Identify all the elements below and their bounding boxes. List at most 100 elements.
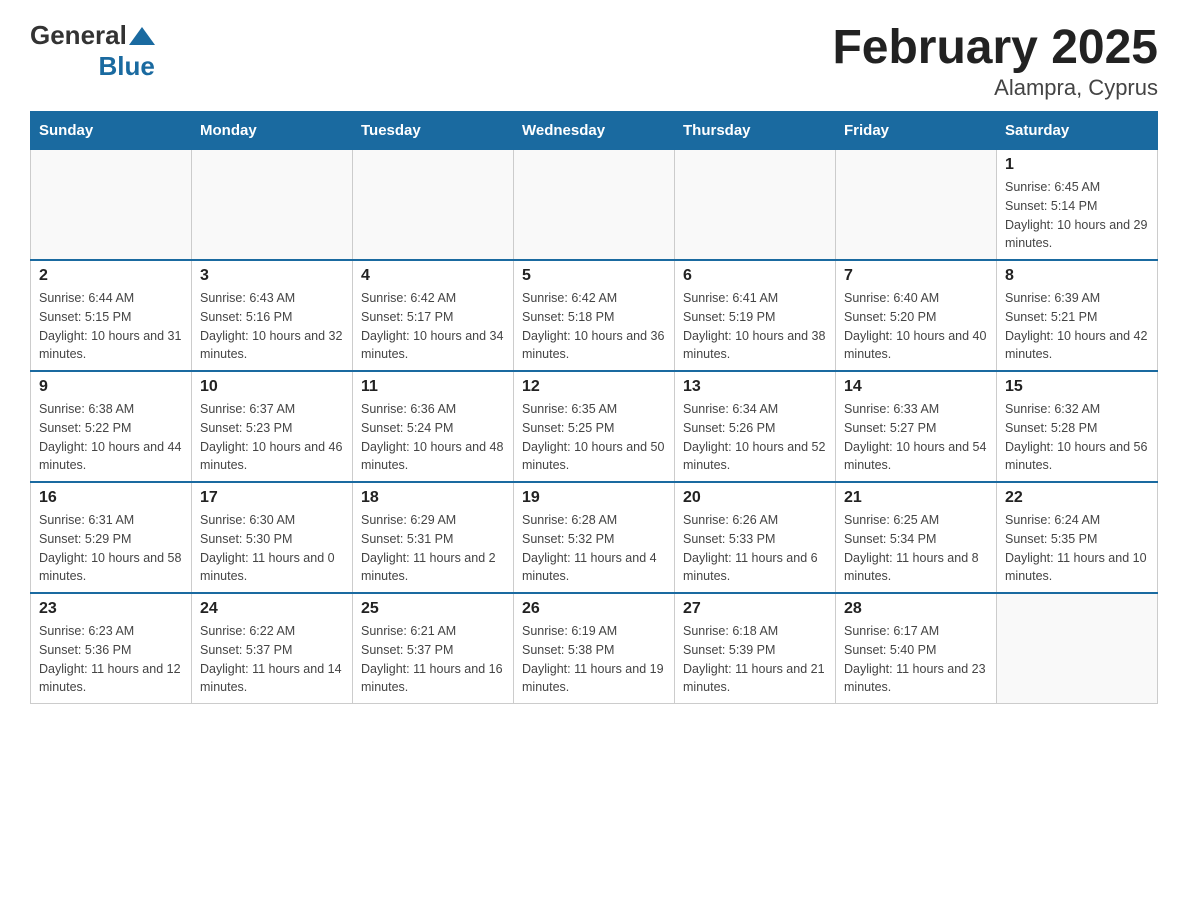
day-number: 25 xyxy=(361,600,505,618)
table-row: 10 Sunrise: 6:37 AMSunset: 5:23 PMDayligh… xyxy=(192,371,353,482)
table-row xyxy=(836,150,997,261)
day-info: Sunrise: 6:25 AMSunset: 5:34 PMDaylight:… xyxy=(844,511,988,586)
day-number: 7 xyxy=(844,267,988,285)
logo: General Blue xyxy=(30,20,155,82)
table-row: 6 Sunrise: 6:41 AMSunset: 5:19 PMDaylight… xyxy=(675,260,836,371)
header-tuesday: Tuesday xyxy=(353,112,514,150)
day-number: 15 xyxy=(1005,378,1149,396)
day-number: 22 xyxy=(1005,489,1149,507)
table-row: 4 Sunrise: 6:42 AMSunset: 5:17 PMDaylight… xyxy=(353,260,514,371)
page-header: General Blue February 2025 Alampra, Cypr… xyxy=(30,20,1158,101)
table-row: 2 Sunrise: 6:44 AMSunset: 5:15 PMDaylight… xyxy=(31,260,192,371)
day-number: 8 xyxy=(1005,267,1149,285)
table-row: 22 Sunrise: 6:24 AMSunset: 5:35 PMDayligh… xyxy=(997,482,1158,593)
day-info: Sunrise: 6:42 AMSunset: 5:17 PMDaylight:… xyxy=(361,289,505,364)
day-info: Sunrise: 6:22 AMSunset: 5:37 PMDaylight:… xyxy=(200,622,344,697)
day-number: 21 xyxy=(844,489,988,507)
table-row: 13Sunrise: 6:34 AMSunset: 5:26 PMDayligh… xyxy=(675,371,836,482)
day-info: Sunrise: 6:33 AMSunset: 5:27 PMDaylight:… xyxy=(844,400,988,475)
table-row: 28 Sunrise: 6:17 AMSunset: 5:40 PMDayligh… xyxy=(836,593,997,704)
day-info: Sunrise: 6:36 AMSunset: 5:24 PMDaylight:… xyxy=(361,400,505,475)
day-info: Sunrise: 6:31 AMSunset: 5:29 PMDaylight:… xyxy=(39,511,183,586)
day-info: Sunrise: 6:43 AMSunset: 5:16 PMDaylight:… xyxy=(200,289,344,364)
day-number: 16 xyxy=(39,489,183,507)
table-row: 15 Sunrise: 6:32 AMSunset: 5:28 PMDayligh… xyxy=(997,371,1158,482)
day-info: Sunrise: 6:32 AMSunset: 5:28 PMDaylight:… xyxy=(1005,400,1149,475)
location-subtitle: Alampra, Cyprus xyxy=(832,75,1158,101)
day-info: Sunrise: 6:19 AMSunset: 5:38 PMDaylight:… xyxy=(522,622,666,697)
page-title: February 2025 xyxy=(832,20,1158,75)
table-row: 27Sunrise: 6:18 AMSunset: 5:39 PMDayligh… xyxy=(675,593,836,704)
day-info: Sunrise: 6:40 AMSunset: 5:20 PMDaylight:… xyxy=(844,289,988,364)
day-info: Sunrise: 6:45 AMSunset: 5:14 PMDaylight:… xyxy=(1005,178,1149,253)
day-info: Sunrise: 6:17 AMSunset: 5:40 PMDaylight:… xyxy=(844,622,988,697)
day-number: 18 xyxy=(361,489,505,507)
day-info: Sunrise: 6:26 AMSunset: 5:33 PMDaylight:… xyxy=(683,511,827,586)
day-number: 12 xyxy=(522,378,666,396)
table-row xyxy=(192,150,353,261)
calendar-table: Sunday Monday Tuesday Wednesday Thursday… xyxy=(30,111,1158,704)
table-row: 21 Sunrise: 6:25 AMSunset: 5:34 PMDayligh… xyxy=(836,482,997,593)
day-info: Sunrise: 6:42 AMSunset: 5:18 PMDaylight:… xyxy=(522,289,666,364)
table-row xyxy=(514,150,675,261)
header-saturday: Saturday xyxy=(997,112,1158,150)
day-info: Sunrise: 6:30 AMSunset: 5:30 PMDaylight:… xyxy=(200,511,344,586)
day-number: 3 xyxy=(200,267,344,285)
table-row: 17 Sunrise: 6:30 AMSunset: 5:30 PMDayligh… xyxy=(192,482,353,593)
day-number: 6 xyxy=(683,267,827,285)
day-info: Sunrise: 6:29 AMSunset: 5:31 PMDaylight:… xyxy=(361,511,505,586)
day-number: 11 xyxy=(361,378,505,396)
table-row: 9 Sunrise: 6:38 AMSunset: 5:22 PMDaylight… xyxy=(31,371,192,482)
day-number: 23 xyxy=(39,600,183,618)
day-info: Sunrise: 6:34 AMSunset: 5:26 PMDaylight:… xyxy=(683,400,827,475)
table-row: 14 Sunrise: 6:33 AMSunset: 5:27 PMDayligh… xyxy=(836,371,997,482)
logo-block: General Blue xyxy=(30,20,155,82)
day-number: 28 xyxy=(844,600,988,618)
day-number: 4 xyxy=(361,267,505,285)
logo-blue-text: Blue xyxy=(98,51,154,82)
day-info: Sunrise: 6:39 AMSunset: 5:21 PMDaylight:… xyxy=(1005,289,1149,364)
table-row: 20 Sunrise: 6:26 AMSunset: 5:33 PMDayligh… xyxy=(675,482,836,593)
table-row: 8 Sunrise: 6:39 AMSunset: 5:21 PMDaylight… xyxy=(997,260,1158,371)
logo-arrow-icon xyxy=(129,27,155,45)
table-row xyxy=(997,593,1158,704)
header-wednesday: Wednesday xyxy=(514,112,675,150)
day-info: Sunrise: 6:44 AMSunset: 5:15 PMDaylight:… xyxy=(39,289,183,364)
table-row xyxy=(353,150,514,261)
table-row: 11 Sunrise: 6:36 AMSunset: 5:24 PMDayligh… xyxy=(353,371,514,482)
day-number: 19 xyxy=(522,489,666,507)
logo-general-text: General xyxy=(30,20,127,51)
header-thursday: Thursday xyxy=(675,112,836,150)
table-row: 24Sunrise: 6:22 AMSunset: 5:37 PMDayligh… xyxy=(192,593,353,704)
day-info: Sunrise: 6:35 AMSunset: 5:25 PMDaylight:… xyxy=(522,400,666,475)
table-row xyxy=(31,150,192,261)
day-info: Sunrise: 6:21 AMSunset: 5:37 PMDaylight:… xyxy=(361,622,505,697)
day-info: Sunrise: 6:24 AMSunset: 5:35 PMDaylight:… xyxy=(1005,511,1149,586)
table-row: 16 Sunrise: 6:31 AMSunset: 5:29 PMDayligh… xyxy=(31,482,192,593)
table-row: 12 Sunrise: 6:35 AMSunset: 5:25 PMDayligh… xyxy=(514,371,675,482)
header-friday: Friday xyxy=(836,112,997,150)
table-row: 3 Sunrise: 6:43 AMSunset: 5:16 PMDaylight… xyxy=(192,260,353,371)
day-number: 17 xyxy=(200,489,344,507)
day-info: Sunrise: 6:38 AMSunset: 5:22 PMDaylight:… xyxy=(39,400,183,475)
day-number: 10 xyxy=(200,378,344,396)
table-row: 5 Sunrise: 6:42 AMSunset: 5:18 PMDaylight… xyxy=(514,260,675,371)
day-info: Sunrise: 6:18 AMSunset: 5:39 PMDaylight:… xyxy=(683,622,827,697)
day-info: Sunrise: 6:41 AMSunset: 5:19 PMDaylight:… xyxy=(683,289,827,364)
table-row: 25 Sunrise: 6:21 AMSunset: 5:37 PMDayligh… xyxy=(353,593,514,704)
day-number: 1 xyxy=(1005,156,1149,174)
header-monday: Monday xyxy=(192,112,353,150)
table-row: 19Sunrise: 6:28 AMSunset: 5:32 PMDayligh… xyxy=(514,482,675,593)
table-row: 26Sunrise: 6:19 AMSunset: 5:38 PMDayligh… xyxy=(514,593,675,704)
table-row: 1 Sunrise: 6:45 AMSunset: 5:14 PMDaylight… xyxy=(997,150,1158,261)
table-row: 7 Sunrise: 6:40 AMSunset: 5:20 PMDaylight… xyxy=(836,260,997,371)
day-number: 9 xyxy=(39,378,183,396)
table-row: 18 Sunrise: 6:29 AMSunset: 5:31 PMDayligh… xyxy=(353,482,514,593)
day-number: 2 xyxy=(39,267,183,285)
day-info: Sunrise: 6:37 AMSunset: 5:23 PMDaylight:… xyxy=(200,400,344,475)
calendar-header-row: Sunday Monday Tuesday Wednesday Thursday… xyxy=(31,112,1158,150)
day-number: 5 xyxy=(522,267,666,285)
table-row xyxy=(675,150,836,261)
day-number: 20 xyxy=(683,489,827,507)
day-number: 14 xyxy=(844,378,988,396)
